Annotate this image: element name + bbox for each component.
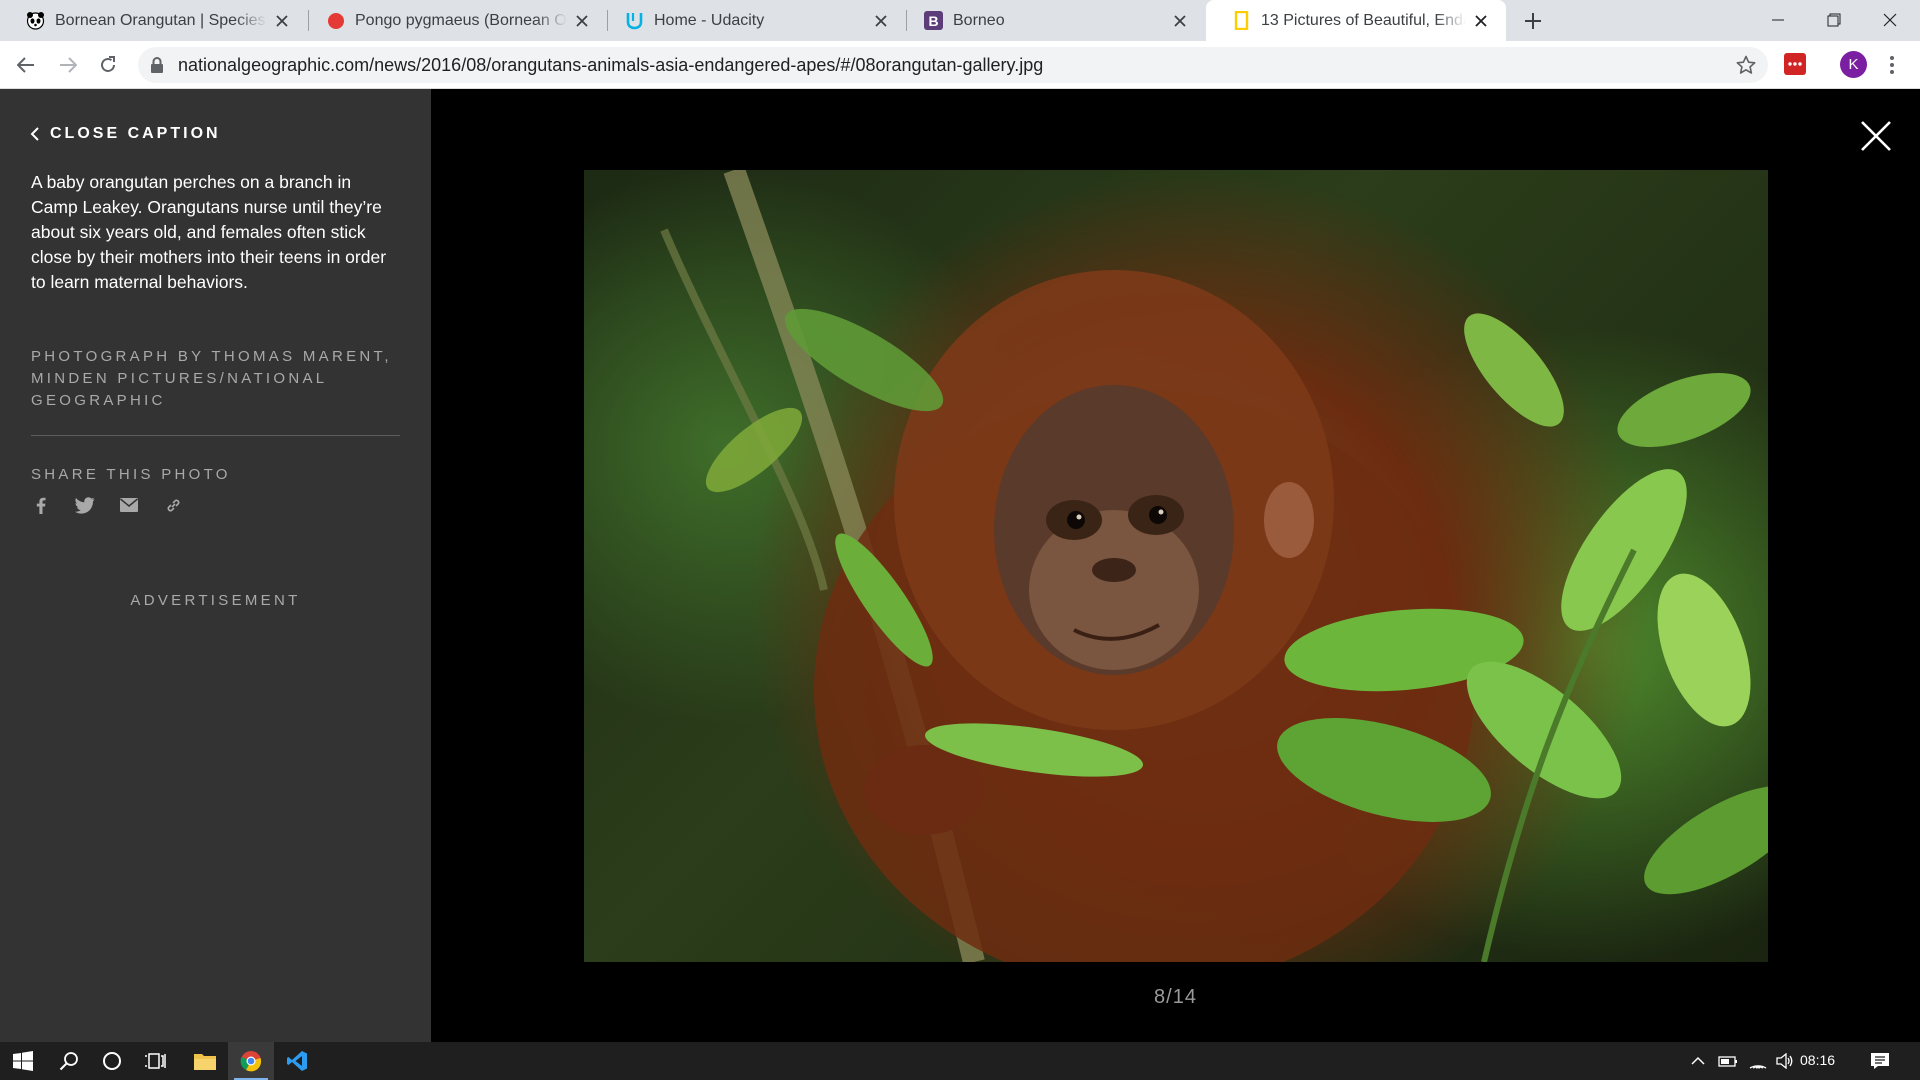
close-caption-button[interactable]: CLOSE CAPTION [30,125,221,143]
browser-toolbar: nationalgeographic.com/news/2016/08/oran… [0,41,1920,89]
search-icon [59,1052,78,1071]
volume-icon[interactable] [1772,1042,1798,1080]
close-icon [1861,121,1891,151]
back-button[interactable] [12,51,40,79]
tab-bornean-orangutan-wwf[interactable]: Bornean Orangutan | Species | W [0,0,307,41]
tab-title: Pongo pygmaeus (Bornean Oran [355,12,567,29]
window-close-button[interactable] [1862,0,1918,40]
extension-icon[interactable] [1784,53,1806,75]
new-tab-button[interactable] [1520,8,1546,34]
cortana-button[interactable] [89,1042,135,1080]
forward-button[interactable] [54,51,82,79]
chrome-taskbar-button[interactable] [228,1042,274,1080]
photo-caption: A baby orangutan perches on a branch in … [31,172,387,292]
link-icon[interactable] [163,495,183,515]
address-bar[interactable]: nationalgeographic.com/news/2016/08/oran… [138,47,1768,83]
bookmark-star-icon[interactable] [1736,55,1756,80]
share-buttons [31,495,207,515]
photo-illustration [660,170,1768,962]
chrome-icon [240,1051,262,1072]
svg-text:B: B [928,13,938,29]
caption-panel: CLOSE CAPTION A baby orangutan perches o… [0,89,431,1042]
tab-title: Borneo [953,12,1005,29]
cortana-icon [103,1052,121,1070]
windows-taskbar: 08:16 [0,1042,1920,1080]
photo-gallery: 8/14 [431,89,1920,1042]
windows-logo-icon [13,1051,33,1071]
browser-menu-icon[interactable] [1882,53,1902,77]
b-icon: B [924,11,943,30]
url-text[interactable]: nationalgeographic.com/news/2016/08/oran… [178,55,1043,75]
share-label: SHARE THIS PHOTO [31,466,231,483]
panda-icon [26,11,45,30]
natgeo-icon [1232,11,1251,30]
tab-natgeo-gallery[interactable]: 13 Pictures of Beautiful, Endange [1206,0,1506,41]
tab-close-icon[interactable] [1472,12,1490,30]
task-view-button[interactable] [133,1042,179,1080]
twitter-icon[interactable] [75,495,95,515]
restore-button[interactable] [1806,0,1862,40]
tab-pongo-pygmaeus[interactable]: Pongo pygmaeus (Bornean Oran [300,0,607,41]
advertisement-label: ADVERTISEMENT [130,592,301,609]
close-caption-label: CLOSE CAPTION [50,125,221,142]
notification-icon [1871,1053,1889,1069]
chevron-up-icon [1691,1056,1705,1065]
search-button[interactable] [46,1042,92,1080]
profile-avatar[interactable]: K [1840,51,1867,78]
tab-title: 13 Pictures of Beautiful, Endange [1261,12,1466,29]
vscode-icon [287,1051,307,1071]
show-hidden-icons-button[interactable] [1684,1042,1712,1080]
battery-icon[interactable] [1714,1042,1742,1080]
red-circle-icon [326,11,345,30]
email-icon[interactable] [119,495,139,515]
chevron-left-icon [30,127,39,141]
tab-close-icon[interactable] [872,12,890,30]
reload-button[interactable] [94,51,122,79]
slide-counter: 8/14 [1154,986,1197,1008]
tab-title: Bornean Orangutan | Species | W [55,12,267,29]
lock-icon[interactable] [150,57,164,78]
wifi-icon[interactable] [1744,1042,1772,1080]
tab-title: Home - Udacity [654,12,765,29]
minimize-button[interactable] [1750,0,1806,40]
close-gallery-button[interactable] [1859,119,1893,153]
folder-icon [194,1054,216,1070]
udacity-icon [625,11,644,30]
task-view-icon [145,1053,166,1069]
action-center-button[interactable] [1862,1042,1898,1080]
divider [31,435,400,436]
tab-udacity[interactable]: Home - Udacity [599,0,906,41]
system-clock[interactable]: 08:16 [1800,1052,1835,1068]
tab-close-icon[interactable] [273,12,291,30]
file-explorer-button[interactable] [182,1042,228,1080]
tab-strip: Bornean Orangutan | Species | W Pongo py… [0,0,1920,41]
vscode-taskbar-button[interactable] [274,1042,320,1080]
facebook-icon[interactable] [31,495,51,515]
tab-close-icon[interactable] [1171,12,1189,30]
start-button[interactable] [0,1042,46,1080]
orangutan-photo[interactable] [584,170,1768,962]
photo-credit: PHOTOGRAPH BY THOMAS MARENT, MINDEN PICT… [31,348,392,409]
tab-close-icon[interactable] [573,12,591,30]
tab-borneo[interactable]: B Borneo [898,0,1205,41]
